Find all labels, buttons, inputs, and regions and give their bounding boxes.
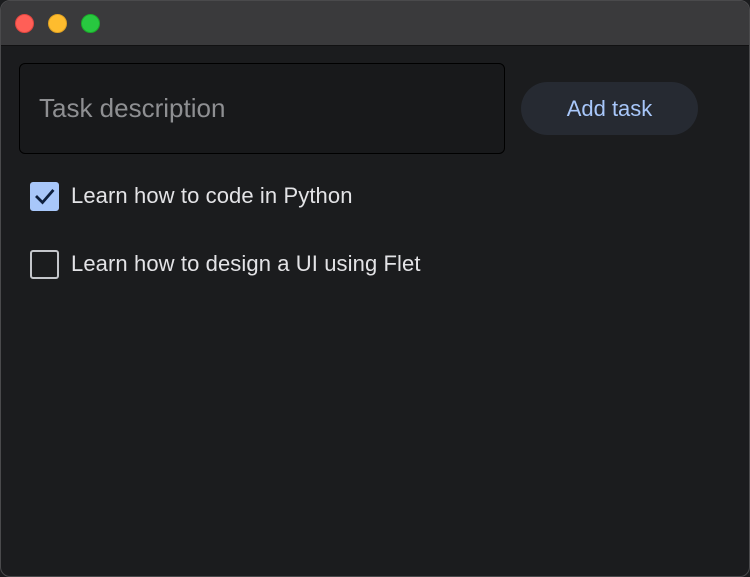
- task-description-input[interactable]: [19, 63, 505, 154]
- task-checkbox-checked[interactable]: [30, 181, 59, 211]
- task-item[interactable]: Learn how to code in Python: [30, 181, 353, 211]
- app-window: Add task Learn how to code in Python Lea…: [0, 0, 750, 577]
- maximize-window-button[interactable]: [81, 14, 100, 33]
- task-label: Learn how to design a UI using Flet: [71, 251, 421, 276]
- task-checkbox-unchecked[interactable]: [30, 249, 59, 279]
- task-label: Learn how to code in Python: [71, 183, 353, 208]
- checkmark-icon: [35, 188, 55, 205]
- title-bar[interactable]: [1, 1, 749, 46]
- close-window-button[interactable]: [15, 14, 34, 33]
- minimize-window-button[interactable]: [48, 14, 67, 33]
- task-item[interactable]: Learn how to design a UI using Flet: [30, 249, 421, 279]
- add-task-button[interactable]: Add task: [521, 82, 698, 135]
